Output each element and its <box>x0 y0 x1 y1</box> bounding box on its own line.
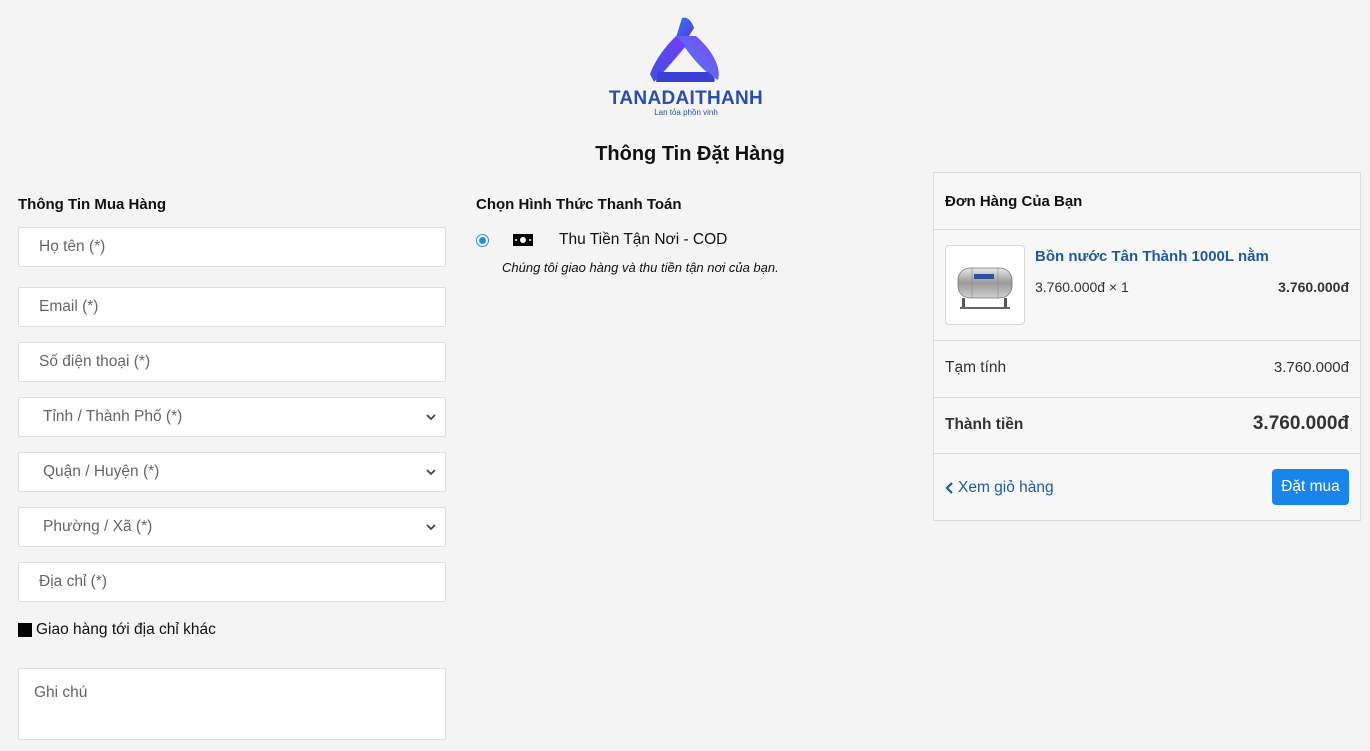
phone-placeholder: Số điện thoại (*) <box>39 353 151 370</box>
view-cart-link[interactable]: Xem giỏ hàng <box>945 479 1054 497</box>
chevron-down-icon <box>426 524 436 531</box>
payment-option-cod[interactable]: Thu Tiền Tận Nơi - COD <box>476 231 727 249</box>
chevron-down-icon <box>426 414 436 421</box>
product-name[interactable]: Bồn nước Tân Thành 1000L nằm <box>1035 248 1269 265</box>
province-placeholder: Tỉnh / Thành Phố (*) <box>43 408 183 425</box>
name-placeholder: Họ tên (*) <box>39 238 106 255</box>
note-textarea[interactable]: Ghi chú <box>18 668 446 740</box>
ward-select[interactable]: Phường / Xã (*) <box>18 507 446 547</box>
money-icon <box>513 234 533 246</box>
name-input[interactable]: Họ tên (*) <box>18 227 446 267</box>
ship-other-checkbox[interactable] <box>18 623 32 637</box>
payment-title: Chọn Hình Thức Thanh Toán <box>476 196 682 213</box>
order-title: Đơn Hàng Của Bạn <box>945 193 1083 210</box>
chevron-down-icon <box>426 469 436 476</box>
email-placeholder: Email (*) <box>39 298 99 315</box>
water-tank-image <box>957 267 1013 309</box>
product-quantity: 3.760.000đ × 1 <box>1035 279 1129 295</box>
page-title: Thông Tin Đặt Hàng <box>595 143 785 165</box>
cod-description: Chúng tôi giao hàng và thu tiền tận nơi … <box>502 260 779 275</box>
logo-mark-icon <box>650 17 719 82</box>
note-placeholder: Ghi chú <box>34 684 88 701</box>
subtotal-label: Tạm tính <box>945 359 1007 376</box>
address-placeholder: Địa chỉ (*) <box>39 573 108 590</box>
phone-input[interactable]: Số điện thoại (*) <box>18 342 446 382</box>
product-price: 3.760.000đ <box>1278 279 1349 295</box>
ship-other-address[interactable]: Giao hàng tới địa chỉ khác <box>18 621 216 639</box>
brand-logo[interactable]: TANADAITHANH Lan tỏa phồn vinh <box>606 14 766 120</box>
order-summary: Đơn Hàng Của Bạn Bồn nước Tân Thành 1000… <box>933 172 1361 521</box>
total-value: 3.760.000đ <box>1252 413 1349 434</box>
district-placeholder: Quận / Huyện (*) <box>43 463 160 480</box>
district-select[interactable]: Quận / Huyện (*) <box>18 452 446 492</box>
cod-label: Thu Tiền Tận Nơi - COD <box>559 231 728 248</box>
billing-title: Thông Tin Mua Hàng <box>18 196 167 213</box>
address-input[interactable]: Địa chỉ (*) <box>18 562 446 602</box>
brand-slogan: Lan tỏa phồn vinh <box>654 108 718 117</box>
province-select[interactable]: Tỉnh / Thành Phố (*) <box>18 397 446 437</box>
ward-placeholder: Phường / Xã (*) <box>43 518 153 535</box>
view-cart-label: Xem giỏ hàng <box>958 479 1054 496</box>
brand-name: TANADAITHANH <box>608 88 764 109</box>
product-thumbnail[interactable] <box>945 245 1025 325</box>
chevron-left-icon <box>945 482 953 494</box>
cod-radio[interactable] <box>476 233 489 247</box>
email-input[interactable]: Email (*) <box>18 287 446 327</box>
total-label: Thành tiền <box>945 416 1024 433</box>
place-order-button[interactable]: Đặt mua <box>1272 469 1349 505</box>
ship-other-label: Giao hàng tới địa chỉ khác <box>36 621 216 638</box>
subtotal-value: 3.760.000đ <box>1273 359 1349 376</box>
